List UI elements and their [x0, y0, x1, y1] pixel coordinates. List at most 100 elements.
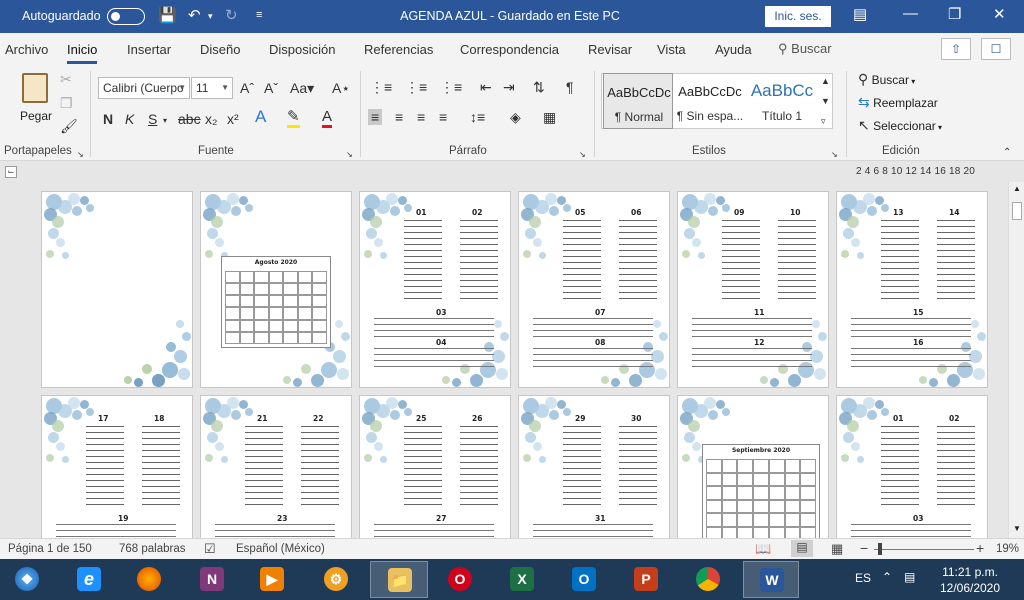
collapse-ribbon-icon[interactable]: ⌃	[1003, 145, 1011, 161]
justify-icon[interactable]: ≡	[439, 109, 447, 125]
share-icon[interactable]: ⇧	[941, 38, 971, 60]
styles-scroll-down-icon[interactable]: ▼	[821, 93, 830, 109]
text-effects-icon[interactable]: A	[255, 108, 266, 125]
zoom-out-icon[interactable]: −	[860, 540, 868, 556]
read-mode-icon[interactable]: 📖	[755, 541, 771, 557]
taskbar-powerpoint[interactable]: P	[623, 561, 669, 598]
bold-icon[interactable]: N	[103, 111, 113, 127]
tab-selector-icon[interactable]: ⌙	[5, 166, 17, 178]
sign-in-button[interactable]: Inic. ses.	[765, 6, 831, 27]
font-launcher-icon[interactable]: ↘	[346, 147, 353, 163]
scroll-thumb[interactable]	[1012, 202, 1022, 220]
ribbon-display-icon[interactable]: ▤	[853, 5, 867, 23]
document-page[interactable]: 17 18 19	[41, 395, 193, 538]
scroll-down-icon[interactable]: ▼	[1013, 524, 1021, 533]
shrink-font-icon[interactable]: Aˇ	[264, 80, 278, 96]
document-page[interactable]: Septiembre 2020	[677, 395, 829, 538]
tab-ayuda[interactable]: Ayuda	[715, 42, 752, 57]
tab-insertar[interactable]: Insertar	[127, 42, 171, 57]
document-page[interactable]: 01 02 03	[836, 395, 988, 538]
highlight-icon[interactable]: ✎	[287, 109, 300, 128]
align-left-icon[interactable]: ≡	[368, 109, 383, 125]
taskbar-word[interactable]: W	[743, 561, 799, 598]
taskbar-outlook[interactable]: O	[561, 561, 607, 598]
undo-dropdown-icon[interactable]: ▾	[208, 11, 213, 22]
style-normal[interactable]: AaBbCcDc ¶ Normal	[603, 73, 673, 129]
document-page[interactable]: 29 30 31	[518, 395, 670, 538]
vertical-scrollbar[interactable]: ▲ ▼	[1008, 182, 1024, 538]
document-page[interactable]: 01 02 03 04	[359, 191, 511, 388]
taskbar-chrome[interactable]	[685, 561, 731, 598]
close-icon[interactable]: ✕	[993, 5, 1006, 23]
clipboard-launcher-icon[interactable]: ↘	[77, 147, 84, 163]
copy-icon[interactable]: ❐	[60, 95, 73, 111]
taskbar-settings-app[interactable]: ⚙	[313, 561, 359, 598]
styles-scroll-up-icon[interactable]: ▲	[821, 73, 830, 89]
superscript-icon[interactable]: x²	[227, 111, 239, 127]
input-language[interactable]: ES	[855, 571, 871, 585]
document-page[interactable]: 09 10 11 12	[677, 191, 829, 388]
bullets-icon[interactable]: ⋮≡	[370, 79, 392, 95]
font-color-icon[interactable]: A	[322, 109, 333, 128]
document-page[interactable]: Agosto 2020	[200, 191, 352, 388]
proofing-icon[interactable]: ☑	[204, 541, 216, 557]
style-heading-1[interactable]: AaBbCc Título 1	[747, 73, 817, 129]
align-right-icon[interactable]: ≡	[417, 109, 425, 125]
decrease-indent-icon[interactable]: ⇤	[480, 79, 492, 95]
tab-inicio[interactable]: Inicio	[67, 42, 98, 64]
comments-icon[interactable]: ☐	[981, 38, 1011, 60]
grow-font-icon[interactable]: Aˆ	[240, 80, 254, 96]
taskbar-onenote[interactable]: N	[189, 561, 235, 598]
customize-qat-icon[interactable]: ≡	[256, 9, 262, 21]
network-icon[interactable]: ▤	[904, 570, 915, 584]
tab-archivo[interactable]: Archivo	[5, 42, 48, 57]
document-page[interactable]	[41, 191, 193, 388]
select-button[interactable]: ↖ Seleccionar ▾	[858, 117, 942, 133]
redo-icon[interactable]: ↻	[225, 6, 238, 24]
document-page[interactable]: 25 26 27	[359, 395, 511, 538]
scroll-up-icon[interactable]: ▲	[1013, 184, 1021, 193]
line-spacing-icon[interactable]: ↕≡	[470, 109, 485, 125]
system-clock[interactable]: 11:21 p.m. 12/06/2020	[930, 564, 1010, 596]
search-box[interactable]: ⚲ Buscar	[778, 41, 832, 57]
language[interactable]: Español (México)	[236, 543, 325, 555]
paste-button[interactable]: Pegar	[18, 71, 54, 127]
start-button[interactable]: ❖	[4, 561, 50, 598]
subscript-icon[interactable]: x₂	[205, 111, 217, 127]
zoom-level[interactable]: 19%	[996, 543, 1019, 555]
document-page[interactable]: 13 14 15 16	[836, 191, 988, 388]
taskbar-internet-explorer[interactable]: e	[66, 561, 112, 598]
paragraph-launcher-icon[interactable]: ↘	[579, 147, 586, 163]
document-page[interactable]: 21 22 23	[200, 395, 352, 538]
format-painter-icon[interactable]: 🖌	[60, 118, 78, 134]
print-layout-icon[interactable]: ▤	[791, 540, 813, 557]
taskbar-opera[interactable]: O	[437, 561, 483, 598]
zoom-in-icon[interactable]: +	[976, 540, 984, 556]
save-icon[interactable]: 💾	[158, 6, 177, 24]
zoom-slider[interactable]	[874, 549, 974, 550]
font-size-combo[interactable]: 11 ▼	[191, 77, 233, 99]
tab-vista[interactable]: Vista	[657, 42, 686, 57]
change-case-button[interactable]: Aa▾	[290, 80, 314, 96]
align-center-icon[interactable]: ≡	[395, 109, 403, 125]
font-name-combo[interactable]: Calibri (Cuerpo ▼	[98, 77, 190, 99]
tab-disposicion[interactable]: Disposición	[269, 42, 335, 57]
replace-button[interactable]: ⇆ Reemplazar	[858, 94, 938, 110]
styles-more-icon[interactable]: ▿	[821, 113, 826, 129]
show-marks-icon[interactable]: ¶	[566, 79, 574, 95]
tab-diseno[interactable]: Diseño	[200, 42, 240, 57]
clear-formatting-icon[interactable]: A⋆	[332, 80, 350, 96]
autosave-toggle[interactable]	[107, 8, 145, 25]
styles-launcher-icon[interactable]: ↘	[831, 147, 838, 163]
italic-icon[interactable]: K	[125, 111, 134, 127]
zoom-slider-thumb[interactable]	[878, 543, 882, 555]
increase-indent-icon[interactable]: ⇥	[503, 79, 515, 95]
underline-dropdown-icon[interactable]: ▾	[163, 113, 167, 129]
cut-icon[interactable]: ✂	[60, 71, 72, 87]
find-button[interactable]: ⚲ Buscar ▾	[858, 71, 915, 87]
page-count[interactable]: Página 1 de 150	[8, 543, 92, 555]
style-no-spacing[interactable]: AaBbCcDc ¶ Sin espa...	[675, 73, 745, 129]
tab-correspondencia[interactable]: Correspondencia	[460, 42, 559, 57]
taskbar-file-explorer[interactable]: 📁	[370, 561, 428, 598]
taskbar-media-player[interactable]: ▶	[249, 561, 295, 598]
